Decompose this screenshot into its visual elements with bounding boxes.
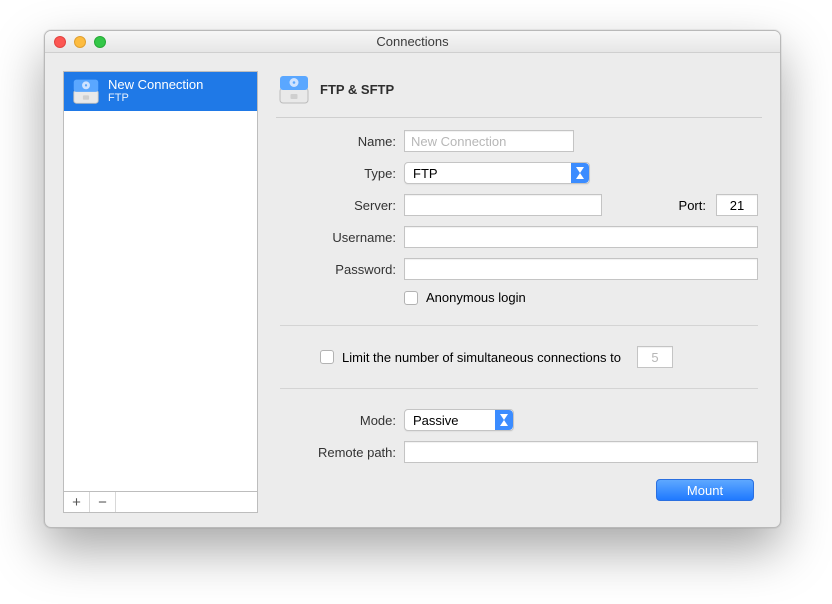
connection-details-panel: FTP & SFTP Name: Type: FTP: [276, 71, 762, 513]
server-label: Server:: [280, 198, 396, 213]
window-title: Connections: [45, 34, 780, 49]
password-label: Password:: [280, 262, 396, 277]
type-select[interactable]: FTP: [404, 162, 590, 184]
minimize-window-button[interactable]: [74, 36, 86, 48]
remove-connection-button[interactable]: −: [90, 492, 116, 512]
name-field[interactable]: [404, 130, 574, 152]
panel-title: FTP & SFTP: [320, 82, 394, 97]
connections-window: Connections New Connection FTP + −: [44, 30, 781, 528]
connection-form: Name: Type: FTP Server:: [276, 130, 762, 501]
zoom-window-button[interactable]: [94, 36, 106, 48]
limit-connections-checkbox[interactable]: [320, 350, 334, 364]
anonymous-label: Anonymous login: [426, 290, 526, 305]
server-field[interactable]: [404, 194, 602, 216]
limit-connections-field[interactable]: [637, 346, 673, 368]
mode-value: Passive: [413, 413, 459, 428]
username-field[interactable]: [404, 226, 758, 248]
sidebar-footer: + −: [63, 491, 258, 513]
divider: [280, 388, 758, 389]
close-window-button[interactable]: [54, 36, 66, 48]
name-label: Name:: [280, 134, 396, 149]
chevron-updown-icon: [495, 410, 513, 430]
remote-path-label: Remote path:: [280, 445, 396, 460]
window-body: New Connection FTP + − FTP & SFTP Name:: [45, 53, 780, 527]
password-field[interactable]: [404, 258, 758, 280]
footer-spacer: [116, 492, 257, 512]
titlebar[interactable]: Connections: [45, 31, 780, 53]
type-value: FTP: [413, 166, 438, 181]
anonymous-checkbox[interactable]: [404, 291, 418, 305]
type-label: Type:: [280, 166, 396, 181]
divider: [280, 325, 758, 326]
window-controls: [45, 36, 106, 48]
add-connection-button[interactable]: +: [64, 492, 90, 512]
connection-item-subtitle: FTP: [108, 92, 203, 104]
connections-source-list[interactable]: New Connection FTP: [63, 71, 258, 491]
remote-path-field[interactable]: [404, 441, 758, 463]
username-label: Username:: [280, 230, 396, 245]
disk-icon: [278, 73, 310, 105]
connection-item-title: New Connection: [108, 78, 203, 92]
panel-header: FTP & SFTP: [276, 71, 762, 118]
mode-label: Mode:: [280, 413, 396, 428]
connection-item-text: New Connection FTP: [108, 78, 203, 104]
connection-item[interactable]: New Connection FTP: [64, 72, 257, 111]
port-field[interactable]: [716, 194, 758, 216]
connections-sidebar: New Connection FTP + −: [63, 71, 258, 513]
mode-select[interactable]: Passive: [404, 409, 514, 431]
limit-connections-label: Limit the number of simultaneous connect…: [342, 350, 621, 365]
disk-icon: [72, 77, 100, 105]
chevron-updown-icon: [571, 163, 589, 183]
mount-button[interactable]: Mount: [656, 479, 754, 501]
port-label: Port:: [679, 198, 708, 213]
